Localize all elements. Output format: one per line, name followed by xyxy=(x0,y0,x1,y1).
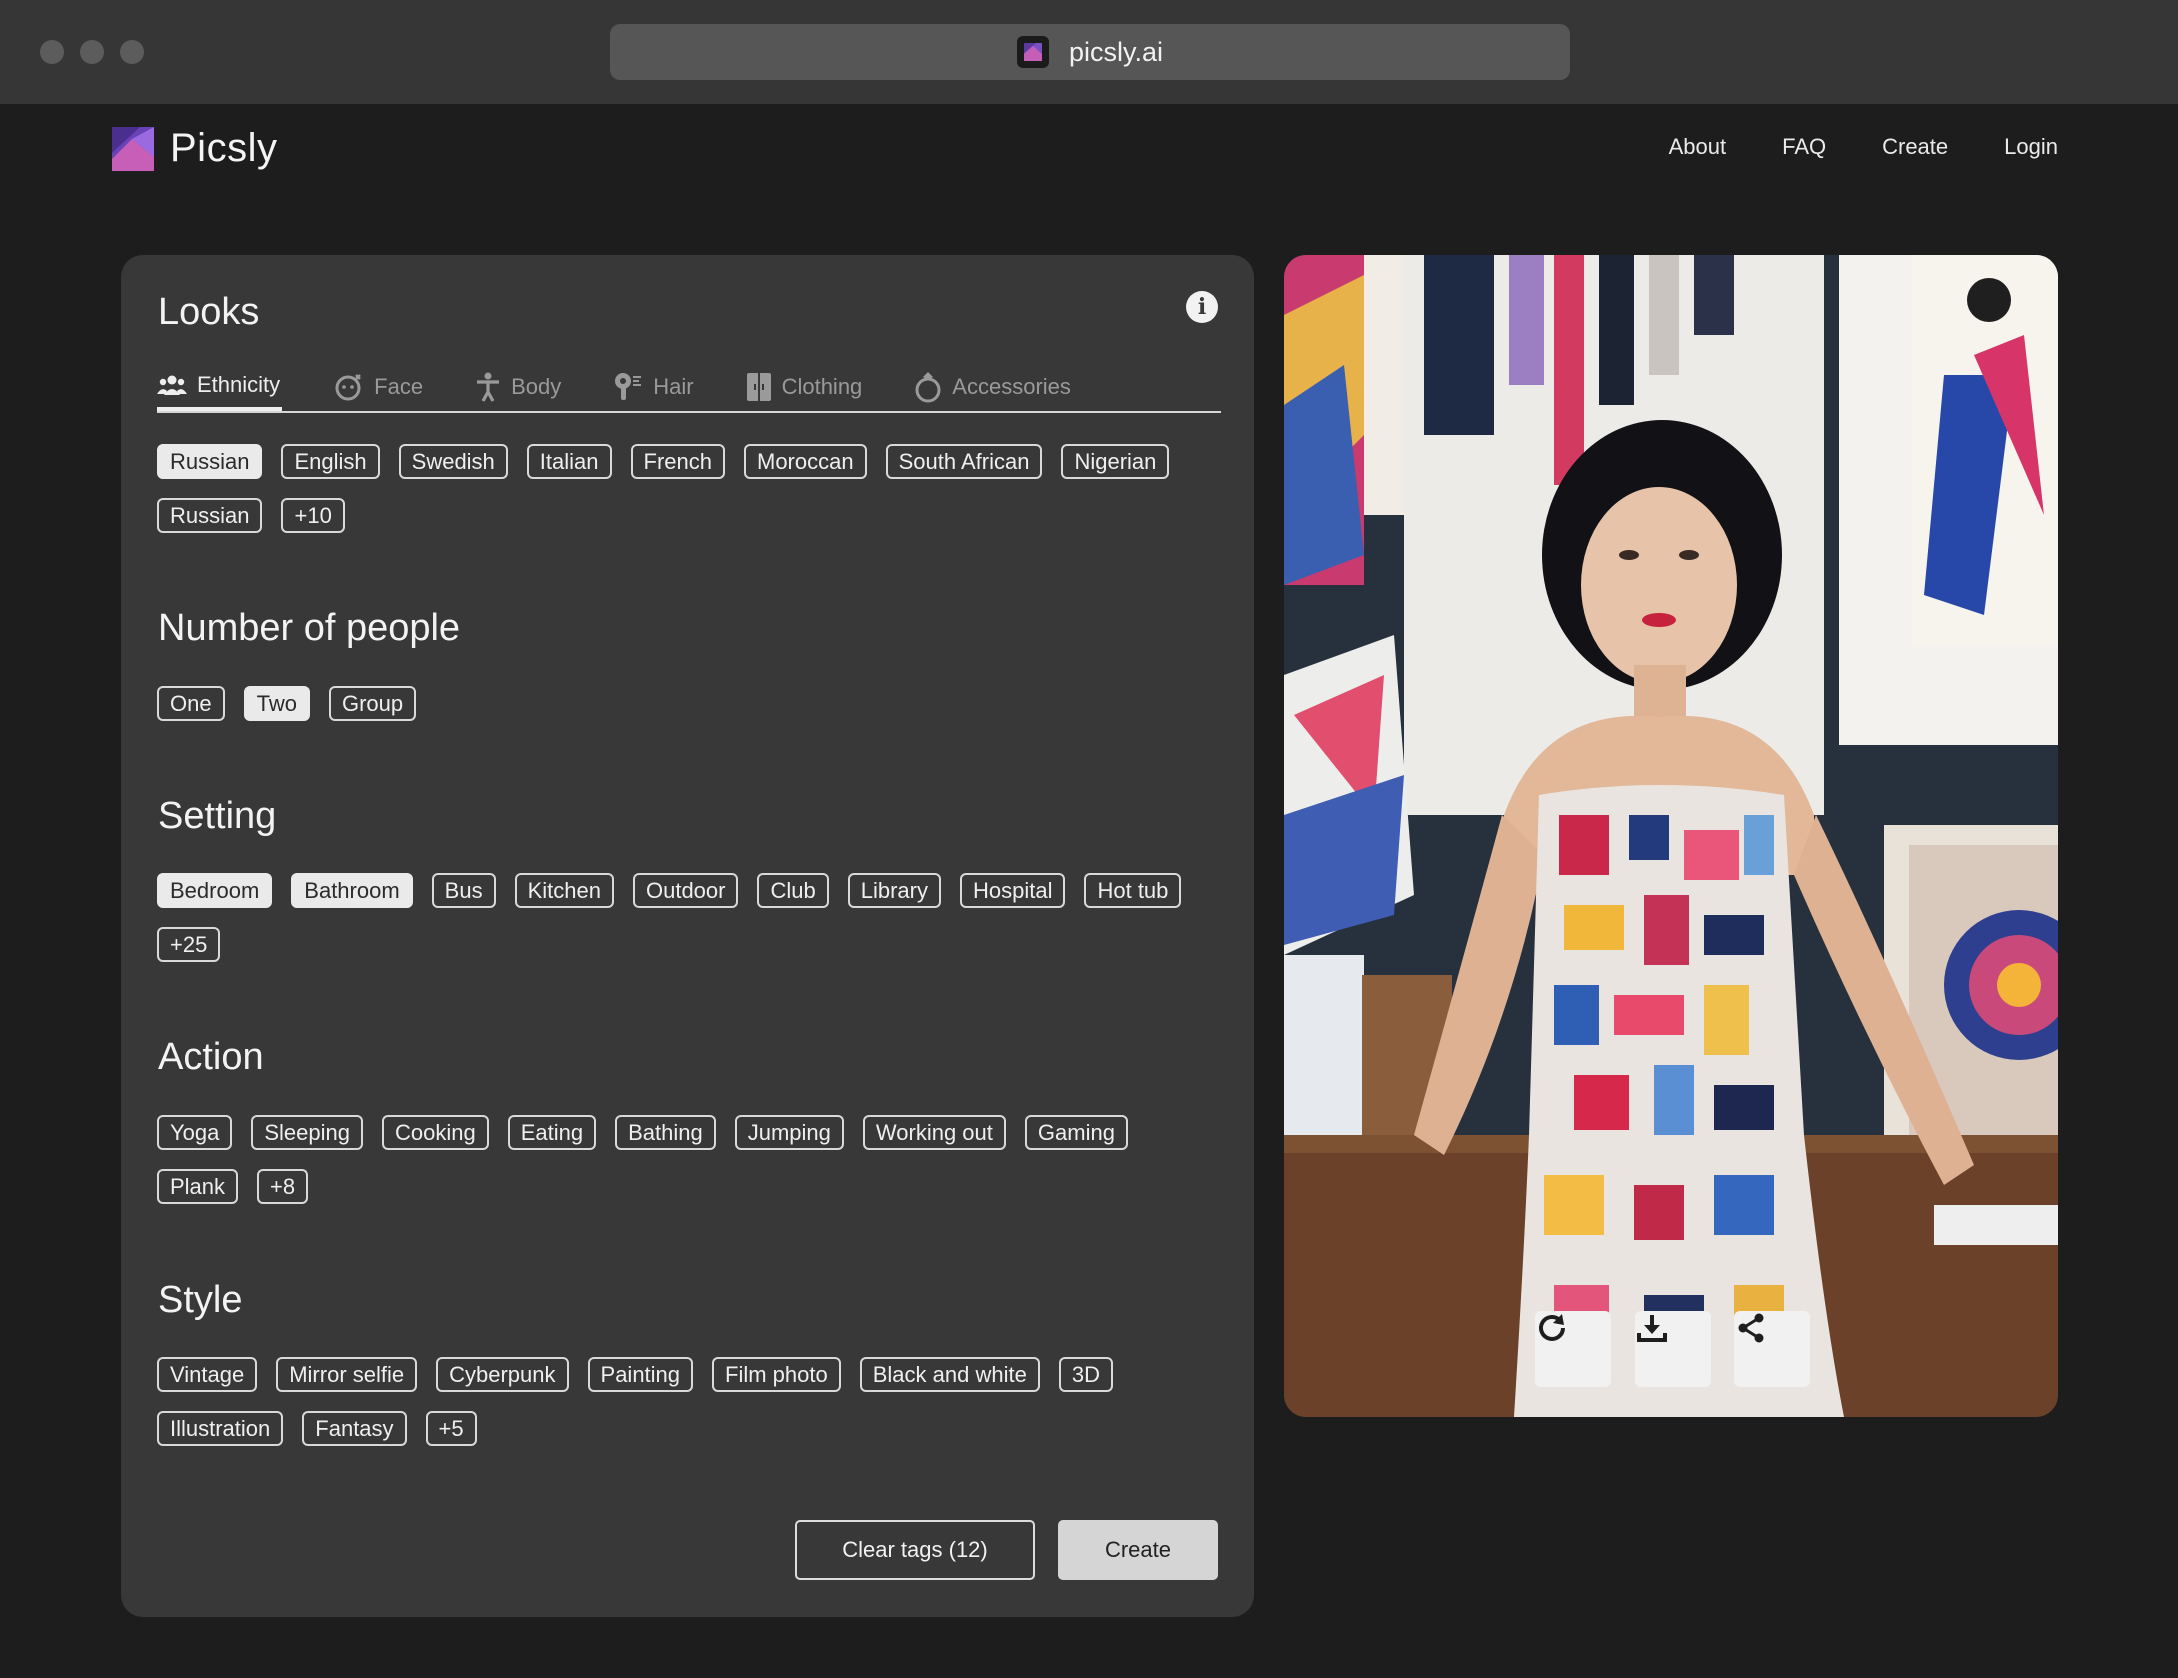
nav-faq[interactable]: FAQ xyxy=(1782,134,1826,160)
chip-italian[interactable]: Italian xyxy=(526,444,612,479)
chip-more-action[interactable]: +8 xyxy=(257,1169,309,1204)
chip-more-ethnicity[interactable]: +10 xyxy=(281,498,345,533)
regenerate-button[interactable] xyxy=(1535,1311,1611,1387)
chip-gaming[interactable]: Gaming xyxy=(1024,1115,1128,1150)
chip-hospital[interactable]: Hospital xyxy=(959,873,1066,908)
chip-library[interactable]: Library xyxy=(847,873,941,908)
chip-mirror-selfie[interactable]: Mirror selfie xyxy=(276,1357,418,1392)
people-title: Number of people xyxy=(158,607,461,649)
tab-body[interactable]: Body xyxy=(475,363,561,411)
chip-bus[interactable]: Bus xyxy=(431,873,496,908)
clear-tags-button[interactable]: Clear tags (12) xyxy=(795,1520,1035,1580)
chip-black-and-white[interactable]: Black and white xyxy=(859,1357,1040,1392)
chip-3d[interactable]: 3D xyxy=(1058,1357,1113,1392)
wardrobe-icon xyxy=(746,373,771,401)
chip-kitchen[interactable]: Kitchen xyxy=(514,873,614,908)
ethnicity-chips: Russian English Swedish Italian French M… xyxy=(157,444,1227,533)
ring-icon xyxy=(915,372,941,403)
chip-french[interactable]: French xyxy=(630,444,725,479)
tab-hair[interactable]: Hair xyxy=(613,363,694,411)
face-icon xyxy=(335,374,362,401)
nav-login[interactable]: Login xyxy=(2004,134,2058,160)
chip-club[interactable]: Club xyxy=(757,873,829,908)
picsly-logo-icon xyxy=(112,126,154,171)
chip-working-out[interactable]: Working out xyxy=(862,1115,1006,1150)
chip-illustration[interactable]: Illustration xyxy=(157,1411,284,1446)
chip-painting[interactable]: Painting xyxy=(587,1357,694,1392)
looks-tabs: Ethnicity Face Body Hair Clothing Access… xyxy=(157,363,1221,413)
chip-bathing[interactable]: Bathing xyxy=(615,1115,716,1150)
site-logo[interactable]: Picsly xyxy=(112,126,277,171)
tab-ethnicity[interactable]: Ethnicity xyxy=(157,363,283,411)
chip-vintage[interactable]: Vintage xyxy=(157,1357,258,1392)
chip-russian-2[interactable]: Russian xyxy=(157,498,263,533)
chip-one[interactable]: One xyxy=(157,686,225,721)
chip-fantasy[interactable]: Fantasy xyxy=(302,1411,407,1446)
chip-moroccan[interactable]: Moroccan xyxy=(744,444,867,479)
close-window-button[interactable] xyxy=(40,40,64,64)
chip-yoga[interactable]: Yoga xyxy=(157,1115,233,1150)
chip-plank[interactable]: Plank xyxy=(157,1169,239,1204)
share-icon xyxy=(1738,1313,1764,1343)
chip-south-african[interactable]: South African xyxy=(885,444,1043,479)
style-title: Style xyxy=(158,1279,243,1321)
tab-accessories[interactable]: Accessories xyxy=(914,363,1071,411)
chip-bedroom[interactable]: Bedroom xyxy=(157,873,273,908)
nav-about[interactable]: About xyxy=(1669,134,1727,160)
main-nav: About FAQ Create Login xyxy=(1669,134,2058,160)
chip-nigerian[interactable]: Nigerian xyxy=(1061,444,1170,479)
hair-dryer-icon xyxy=(615,373,642,400)
chip-outdoor[interactable]: Outdoor xyxy=(632,873,739,908)
generated-image xyxy=(1284,255,2058,1417)
url-text: picsly.ai xyxy=(1068,36,1164,67)
chip-bathroom[interactable]: Bathroom xyxy=(291,873,413,908)
chip-two[interactable]: Two xyxy=(243,686,310,721)
maximize-window-button[interactable] xyxy=(120,40,144,64)
tag-panel: Looks i Ethnicity Face Body Hair Clothin… xyxy=(121,255,1254,1617)
chip-cooking[interactable]: Cooking xyxy=(382,1115,489,1150)
chip-english[interactable]: English xyxy=(281,444,380,479)
chip-more-setting[interactable]: +25 xyxy=(157,927,221,962)
chip-cyberpunk[interactable]: Cyberpunk xyxy=(436,1357,569,1392)
chip-group[interactable]: Group xyxy=(328,686,417,721)
chip-hot-tub[interactable]: Hot tub xyxy=(1084,873,1182,908)
nav-create[interactable]: Create xyxy=(1882,134,1948,160)
favicon-icon xyxy=(1016,36,1049,68)
download-icon xyxy=(1637,1315,1667,1342)
share-button[interactable] xyxy=(1734,1311,1810,1387)
chip-russian[interactable]: Russian xyxy=(157,444,263,479)
download-button[interactable] xyxy=(1635,1311,1711,1387)
generated-image-illustration xyxy=(1284,255,2058,1417)
minimize-window-button[interactable] xyxy=(80,40,104,64)
brand-name: Picsly xyxy=(170,126,278,170)
action-title: Action xyxy=(158,1036,264,1078)
chip-more-style[interactable]: +5 xyxy=(425,1411,477,1446)
chip-jumping[interactable]: Jumping xyxy=(734,1115,844,1150)
tab-face[interactable]: Face xyxy=(334,363,423,411)
setting-chips: Bedroom Bathroom Bus Kitchen Outdoor Clu… xyxy=(157,873,1227,962)
browser-chrome: picsly.ai xyxy=(0,0,2178,104)
chip-sleeping[interactable]: Sleeping xyxy=(251,1115,364,1150)
refresh-icon xyxy=(1539,1314,1565,1341)
info-icon[interactable]: i xyxy=(1186,291,1218,323)
chip-swedish[interactable]: Swedish xyxy=(398,444,508,479)
looks-title: Looks xyxy=(158,291,260,333)
create-button[interactable]: Create xyxy=(1058,1520,1218,1580)
people-chips: One Two Group xyxy=(157,686,1227,721)
body-icon xyxy=(477,372,500,402)
setting-title: Setting xyxy=(158,795,277,837)
address-bar[interactable]: picsly.ai xyxy=(610,24,1570,80)
chip-film-photo[interactable]: Film photo xyxy=(712,1357,841,1392)
people-icon xyxy=(157,375,187,395)
tab-clothing[interactable]: Clothing xyxy=(746,363,862,411)
style-chips: Vintage Mirror selfie Cyberpunk Painting… xyxy=(157,1357,1227,1446)
chip-eating[interactable]: Eating xyxy=(507,1115,597,1150)
action-chips: Yoga Sleeping Cooking Eating Bathing Jum… xyxy=(157,1115,1227,1204)
